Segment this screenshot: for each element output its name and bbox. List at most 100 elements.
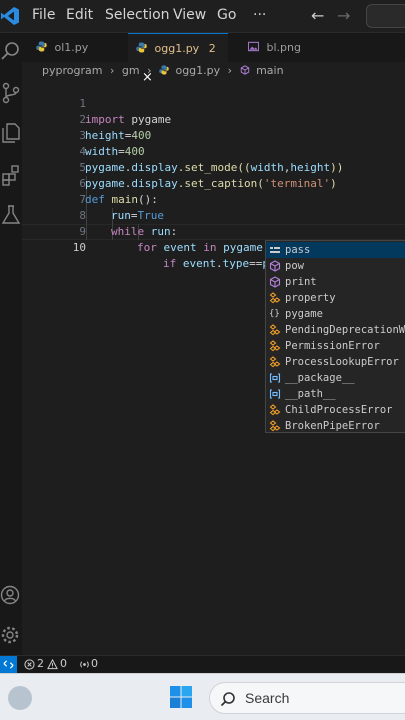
tab-ogg1[interactable]: ogg1.py 2 ×	[128, 33, 228, 85]
suggestion-label: PendingDeprecationW	[285, 324, 405, 336]
image-file-icon	[248, 41, 259, 52]
class-icon	[269, 292, 281, 304]
warning-count[interactable]: 0	[60, 657, 67, 670]
suggestion-item[interactable]: ProcessLookupError	[266, 354, 405, 370]
menu-edit[interactable]: Edit	[66, 7, 93, 23]
code-token: .	[216, 257, 223, 270]
suggestion-item[interactable]: pass	[266, 242, 405, 258]
class-icon	[269, 404, 281, 416]
breadcrumb-folder[interactable]: pyprogram	[42, 64, 102, 77]
line-number: 10	[72, 241, 86, 254]
suggestion-label: pass	[285, 244, 311, 256]
title-bar: File Edit Selection View Go ··· ← →	[0, 0, 405, 33]
method-icon	[269, 260, 281, 272]
code-line: 1 import pygame	[22, 80, 405, 126]
menu-more[interactable]: ···	[253, 7, 266, 23]
menu-go[interactable]: Go	[217, 7, 236, 23]
search-icon[interactable]	[0, 39, 22, 63]
suggestion-item[interactable]: ChildProcessError	[266, 402, 405, 418]
breadcrumb-separator: ›	[147, 64, 152, 77]
settings-gear-icon[interactable]	[0, 623, 22, 647]
remote-indicator[interactable]	[0, 656, 17, 674]
activity-bar	[0, 33, 22, 655]
warning-icon[interactable]	[47, 659, 58, 670]
code-line: 4 pygame.display.set_mode((width,height)…	[22, 128, 405, 174]
class-icon	[269, 356, 281, 368]
code-token: if	[163, 257, 177, 270]
testing-flask-icon[interactable]	[0, 203, 22, 227]
python-file-icon	[36, 41, 47, 52]
code-token: event	[182, 257, 216, 270]
editor-tabs: ol1.py ogg1.py 2 × bl.png	[22, 33, 405, 85]
menu-view[interactable]: View	[173, 7, 206, 23]
breadcrumb: pyprogram › gm › ogg1.py › main	[42, 64, 288, 77]
code-line: 5 pygame.display.set_caption('terminal')	[22, 144, 405, 190]
suggestion-item[interactable]: print	[266, 274, 405, 290]
suggestion-label: pow	[285, 260, 304, 272]
suggestion-item[interactable]: property	[266, 290, 405, 306]
method-icon	[240, 65, 249, 75]
code-token: for	[137, 241, 157, 254]
code-line: 3 width=400	[22, 112, 405, 158]
suggestion-label: BrokenPipeError	[285, 420, 380, 432]
suggestion-label: property	[285, 292, 336, 304]
module-icon: {}	[269, 309, 280, 319]
windows-start-icon[interactable]	[170, 686, 192, 708]
weather-widget-icon[interactable]	[8, 686, 32, 710]
breadcrumb-separator: ›	[109, 64, 115, 77]
extensions-icon[interactable]	[0, 163, 22, 187]
breadcrumb-separator: ›	[227, 64, 233, 77]
suggestion-item[interactable]: PendingDeprecationW	[266, 322, 405, 338]
suggestion-item[interactable]: pow	[266, 258, 405, 274]
forward-arrow-icon[interactable]: →	[337, 6, 350, 25]
ports-icon[interactable]	[79, 659, 90, 670]
suggestion-label: PermissionError	[285, 340, 380, 352]
remote-icon	[3, 660, 14, 669]
problem-count-badge: 2	[208, 42, 216, 55]
code-token: in	[196, 241, 224, 254]
class-icon	[269, 420, 281, 432]
code-line: 6 def main():	[22, 160, 405, 206]
menu-file[interactable]: File	[32, 7, 55, 23]
tab-ol1[interactable]: ol1.py	[22, 33, 128, 62]
back-arrow-icon[interactable]: ←	[311, 6, 324, 25]
suggestion-item[interactable]: {} pygame	[266, 306, 405, 322]
suggestion-label: __path__	[285, 388, 336, 400]
command-center[interactable]	[366, 4, 405, 28]
suggestion-label: ChildProcessError	[285, 404, 393, 416]
variable-icon	[269, 373, 281, 383]
suggestion-label: pygame	[285, 308, 323, 320]
explorer-icon[interactable]	[0, 121, 22, 145]
class-icon	[269, 340, 281, 352]
tab-label: bl.png	[266, 41, 301, 54]
tab-label: ogg1.py	[154, 42, 200, 55]
taskbar-search-box[interactable]: Search	[209, 682, 405, 714]
ports-count[interactable]: 0	[91, 657, 98, 670]
suggestion-item[interactable]: __package__	[266, 370, 405, 386]
python-file-icon	[159, 65, 169, 75]
breadcrumb-symbol[interactable]: main	[256, 64, 283, 77]
vscode-logo-icon	[1, 7, 19, 25]
code-token: pygame	[223, 241, 263, 254]
autocomplete-suggestions: pass pow print property {} pygame Pendin…	[265, 240, 405, 433]
suggestion-item[interactable]: __path__	[266, 386, 405, 402]
status-bar: 2 0 0	[0, 655, 405, 674]
code-token: ==	[249, 257, 263, 270]
class-icon	[269, 324, 281, 336]
tab-bl-png[interactable]: bl.png	[228, 33, 338, 62]
code-token: type	[222, 257, 250, 270]
source-control-icon[interactable]	[0, 81, 22, 105]
breadcrumb-file[interactable]: ogg1.py	[175, 64, 220, 77]
python-file-icon	[136, 42, 147, 53]
error-icon[interactable]	[24, 659, 35, 670]
search-icon	[220, 692, 235, 707]
account-icon[interactable]	[0, 583, 22, 607]
suggestion-label: ProcessLookupError	[285, 356, 399, 368]
menu-selection[interactable]: Selection	[105, 7, 170, 23]
breadcrumb-subfolder[interactable]: gm	[122, 64, 140, 77]
error-count[interactable]: 2	[37, 657, 44, 670]
suggestion-item[interactable]: PermissionError	[266, 338, 405, 354]
suggestion-label: __package__	[285, 372, 355, 384]
suggestion-item[interactable]: BrokenPipeError	[266, 418, 405, 434]
